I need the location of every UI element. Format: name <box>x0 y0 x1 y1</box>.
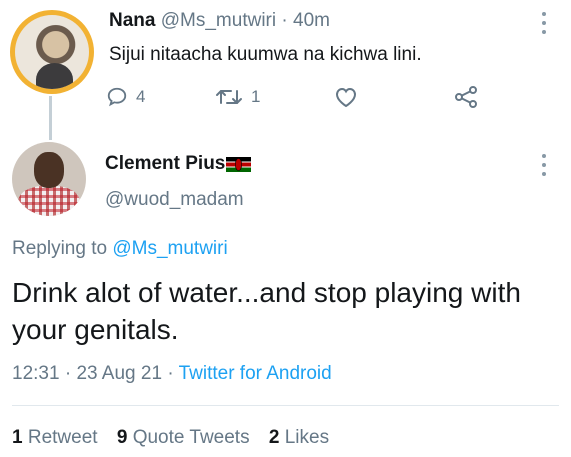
retweets-stat[interactable]: 1 Retweet <box>12 427 98 448</box>
parent-tweet-text: Sijui nitaacha kuumwa na kichwa lini. <box>109 44 422 65</box>
reply-tweet-text: Drink alot of water...and stop playing w… <box>12 277 521 345</box>
reply-author-handle[interactable]: @wuod_madam <box>105 189 244 211</box>
tweet-date[interactable]: 23 Aug 21 <box>76 363 162 384</box>
likes-label: Likes <box>284 427 330 448</box>
parent-author-name[interactable]: Nana <box>109 10 155 31</box>
share-button[interactable] <box>454 86 478 108</box>
retweet-icon <box>216 90 242 104</box>
more-vertical-icon[interactable] <box>541 12 547 34</box>
separator-dot: · <box>281 10 288 31</box>
reply-button[interactable]: 4 <box>106 86 145 108</box>
separator-dot: · <box>167 363 174 384</box>
separator-dot: · <box>64 363 72 384</box>
likes-count: 2 <box>268 427 280 448</box>
tweet-metadata: 12:31 · 23 Aug 21 · Twitter for Android <box>12 363 332 385</box>
retweets-label: Retweet <box>27 427 98 448</box>
reply-avatar[interactable] <box>12 142 86 216</box>
thread-line <box>49 96 52 140</box>
quote-tweets-count: 9 <box>116 427 128 448</box>
tweet-source-link[interactable]: Twitter for Android <box>179 363 332 384</box>
parent-author-handle[interactable]: @Ms_mutwiri <box>161 10 276 31</box>
replying-to-mention[interactable]: @Ms_mutwiri <box>112 238 227 259</box>
reply-author-name[interactable]: Clement Pius <box>105 153 252 175</box>
share-icon <box>455 86 477 108</box>
replying-to-prefix: Replying to <box>12 238 113 259</box>
likes-stat[interactable]: 2 Likes <box>269 427 329 448</box>
tweet-time[interactable]: 12:31 <box>12 363 60 384</box>
replying-to-line: Replying to @Ms_mutwiri <box>12 238 228 260</box>
more-vertical-icon[interactable] <box>541 154 547 176</box>
parent-tweet-header: Nana @Ms_mutwiri · 40m <box>109 10 330 32</box>
retweet-button[interactable]: 1 <box>215 86 260 108</box>
parent-tweet-time[interactable]: 40m <box>293 10 330 31</box>
heart-icon <box>335 87 357 108</box>
reply-author-name-text: Clement Pius <box>105 153 226 174</box>
retweets-count: 1 <box>12 427 23 448</box>
quote-tweets-stat[interactable]: 9 Quote Tweets <box>117 427 250 448</box>
retweet-count: 1 <box>251 87 261 106</box>
quote-tweets-label: Quote Tweets <box>132 427 250 448</box>
like-button[interactable] <box>334 86 358 108</box>
parent-avatar[interactable] <box>10 10 94 94</box>
tweet-stats: 1 Retweet 9 Quote Tweets 2 Likes <box>12 427 343 449</box>
divider <box>12 405 559 406</box>
kenya-flag-icon <box>226 156 252 172</box>
comment-icon <box>107 87 127 107</box>
reply-count: 4 <box>136 87 146 106</box>
